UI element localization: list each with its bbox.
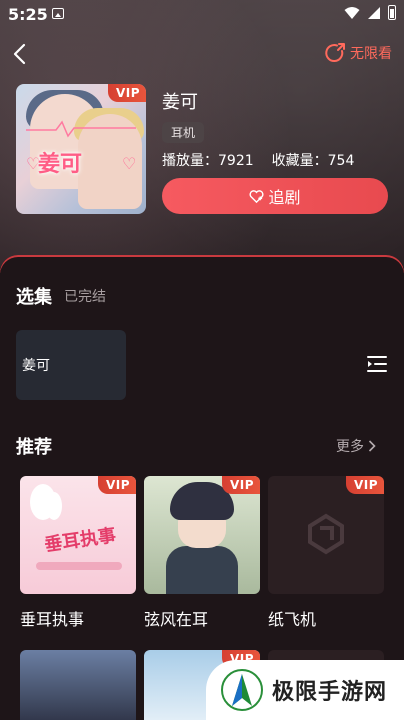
image-notification-icon <box>52 8 64 19</box>
panel-top-edge <box>0 255 404 273</box>
episode-list-icon[interactable] <box>366 354 388 374</box>
unlimited-watch-button[interactable]: 无限看 <box>324 42 392 64</box>
recommend-section-title: 推荐 <box>16 437 52 458</box>
vip-badge: VIP <box>345 476 384 494</box>
heartbeat-icon <box>26 120 136 138</box>
card-cover-title: 垂耳执事 <box>43 525 118 556</box>
signal-icon <box>368 6 380 19</box>
follow-label: 追剧 <box>268 188 301 207</box>
drama-stats: 播放量：7921 收藏量：754 <box>162 150 354 170</box>
episode-item[interactable]: 姜可 <box>16 330 126 400</box>
bunny-illustration <box>46 492 62 520</box>
follow-button[interactable]: 追剧 <box>162 178 388 214</box>
wifi-icon <box>344 6 360 19</box>
drama-tag[interactable]: 耳机 <box>162 122 205 143</box>
unlimited-icon <box>325 43 345 62</box>
watermark-logo-icon <box>221 669 263 711</box>
watermark-text: 极限手游网 <box>272 680 388 705</box>
favorite-count: 收藏量：754 <box>271 153 355 169</box>
vip-badge: VIP <box>107 84 146 102</box>
cover-decoration <box>36 562 122 570</box>
play-count: 播放量：7921 <box>162 153 254 169</box>
status-icons <box>344 5 396 20</box>
heart-plus-icon <box>249 189 264 203</box>
episodes-section-title: 选集 <box>16 287 52 308</box>
back-arrow-icon[interactable] <box>10 42 30 66</box>
recommend-card-cover[interactable]: VIP <box>268 476 384 594</box>
vip-badge: VIP <box>221 476 260 494</box>
recommend-card-name[interactable]: 垂耳执事 <box>20 606 84 630</box>
episodes-status: 已完结 <box>64 289 106 305</box>
cover-art-body <box>166 546 238 594</box>
status-bar: 5:25 <box>0 0 404 28</box>
recommend-card-cover[interactable]: VIP <box>144 476 260 594</box>
more-label: 更多 <box>336 439 364 455</box>
drama-cover: ♡ 姜可 ♡ VIP <box>16 84 146 214</box>
battery-icon <box>388 5 396 20</box>
recommend-card-name[interactable]: 纸飞机 <box>268 606 316 630</box>
placeholder-logo-icon <box>308 513 344 555</box>
unlimited-label: 无限看 <box>350 46 392 62</box>
heart-icon: ♡ <box>122 154 137 173</box>
recommend-card-cover[interactable] <box>20 650 136 720</box>
site-watermark: 极限手游网 <box>206 660 404 720</box>
chevron-right-icon <box>368 440 376 452</box>
status-time: 5:25 <box>8 5 48 24</box>
vip-badge: VIP <box>97 476 136 494</box>
more-link[interactable]: 更多 <box>336 436 376 456</box>
drama-title: 姜可 <box>162 92 198 113</box>
cover-title: 姜可 <box>38 152 83 177</box>
recommend-card-cover[interactable]: 垂耳执事 VIP <box>20 476 136 594</box>
recommend-card-name[interactable]: 弦风在耳 <box>144 606 208 630</box>
